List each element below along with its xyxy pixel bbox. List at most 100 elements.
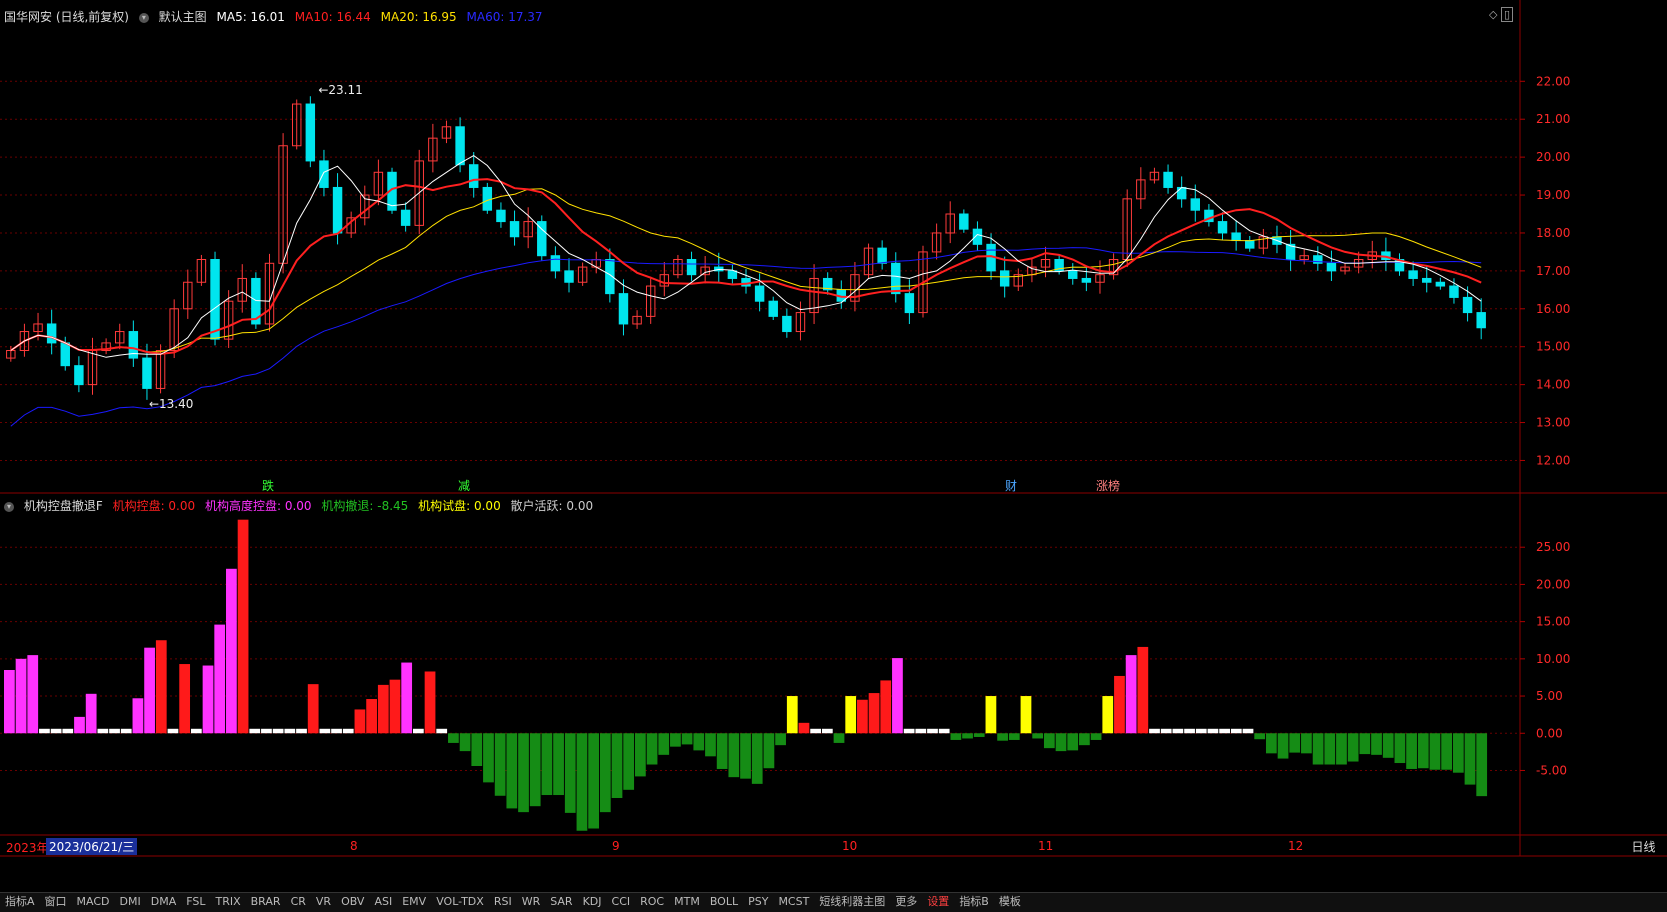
indicator-bar	[226, 568, 237, 734]
indicator-tab[interactable]: BRAR	[251, 895, 281, 908]
indicator-bar	[564, 733, 576, 813]
indicator-tab[interactable]: WR	[522, 895, 541, 908]
indicator-bar	[997, 733, 1008, 741]
indicator-toggle-icon[interactable]: ▾	[4, 501, 14, 512]
indicator-bar	[716, 733, 728, 769]
indicator-tab[interactable]: 模板	[999, 895, 1021, 908]
candle-body	[891, 262, 901, 295]
indicator-tick-label: 0.00	[1536, 726, 1563, 740]
candle-body	[1081, 277, 1092, 283]
month-label: 9	[612, 839, 620, 853]
indicator-tab[interactable]: BOLL	[710, 895, 738, 908]
indicator-tab[interactable]: PSY	[748, 895, 768, 908]
indicator-tab[interactable]: MTM	[674, 895, 700, 908]
indicator-tab[interactable]: VOL-TDX	[436, 895, 484, 908]
indicator-bar	[4, 670, 15, 734]
indicator-tab[interactable]: ROC	[640, 895, 664, 908]
indicator-bar	[1277, 733, 1289, 759]
candle-body	[1462, 296, 1473, 314]
indicator-bar	[938, 728, 950, 734]
ma5-line	[10, 155, 1482, 358]
main-chart-toggle-icon[interactable]: ▾	[138, 12, 149, 23]
indicator-tick-label: 20.00	[1536, 577, 1570, 591]
indicator-bar	[506, 733, 518, 809]
indicator-bar	[751, 733, 763, 784]
indicator-bar	[342, 728, 354, 734]
indicator-bar	[1417, 733, 1429, 769]
indicator-tab[interactable]: DMA	[151, 895, 177, 908]
indicator-bar	[1324, 733, 1336, 765]
indicator-bar	[1125, 655, 1137, 734]
indicator-bar	[821, 728, 833, 734]
candle-body	[305, 103, 316, 162]
indicator-bar	[389, 679, 401, 734]
indicator-tab[interactable]: EMV	[402, 895, 426, 908]
indicator-bar	[366, 699, 377, 734]
indicator-bar	[97, 728, 109, 734]
candle-body	[686, 259, 697, 276]
candle-body	[400, 209, 411, 226]
indicator-tab[interactable]: 指标A	[5, 895, 35, 908]
indicator-tab[interactable]: KDJ	[583, 895, 602, 908]
indicator-tab[interactable]: 窗口	[45, 895, 67, 908]
period-selector[interactable]: 日线	[1620, 838, 1667, 856]
candle-body	[618, 293, 629, 325]
indicator-bar	[1102, 696, 1114, 734]
indicator-bar	[448, 733, 459, 743]
indicator-tab[interactable]: 短线利器主图	[819, 895, 885, 908]
candle-body	[877, 247, 887, 264]
main-chart-name[interactable]: 默认主图	[159, 10, 207, 24]
indicator-tab[interactable]: SAR	[550, 895, 572, 908]
low-price-marker: ←13.40	[149, 397, 193, 411]
indicator-bar	[1336, 733, 1347, 765]
indicator-bar	[1149, 728, 1160, 734]
candle-body	[1422, 277, 1432, 283]
candle-body	[1163, 171, 1173, 188]
month-label: 11	[1038, 839, 1054, 853]
indicator-bar	[120, 728, 132, 734]
indicator-bar	[1394, 733, 1406, 764]
panel-toggle-icon[interactable]: ▯	[1500, 7, 1513, 22]
indicator-bar	[1464, 733, 1476, 785]
indicator-tab[interactable]: RSI	[494, 895, 512, 908]
indicator-bar	[763, 733, 775, 769]
indicator-tab[interactable]: TRIX	[215, 895, 240, 908]
indicator-tab[interactable]: MCST	[778, 895, 809, 908]
indicator-tab[interactable]: FSL	[186, 895, 205, 908]
indicator-bar	[132, 698, 144, 734]
candle-body	[60, 342, 70, 367]
indicator-tab[interactable]: 指标B	[959, 895, 989, 908]
indicator-bar	[786, 696, 798, 734]
indicator-bar	[144, 647, 155, 734]
indicator-tab[interactable]: VR	[316, 895, 331, 908]
indicator-tab[interactable]: DMI	[120, 895, 141, 908]
indicator-tab[interactable]: 设置	[927, 895, 949, 908]
event-marker: 跌	[262, 478, 274, 493]
indicator-tab[interactable]: OBV	[341, 895, 364, 908]
indicator-bar	[845, 696, 857, 734]
indicator-name[interactable]: 机构控盘撤退F	[24, 499, 103, 513]
indicator-bar	[857, 699, 868, 734]
indicator-tab[interactable]: MACD	[77, 895, 110, 908]
ma10-label: MA10: 16.44	[294, 10, 371, 24]
indicator-tab[interactable]: 更多	[895, 895, 917, 908]
indicator-bar	[1219, 728, 1230, 734]
event-marker: 财	[1005, 479, 1017, 493]
candle-body	[999, 270, 1010, 287]
indicator-bar	[109, 728, 120, 734]
stock-title[interactable]: 国华网安 (日线,前复权)	[4, 10, 129, 24]
indicator-bar	[296, 728, 307, 734]
indicator-bar	[810, 728, 822, 734]
ma60-label: MA60: 17.37	[466, 10, 543, 24]
candle-body	[959, 213, 969, 230]
indicator-tab[interactable]: CR	[291, 895, 306, 908]
kline-chart-canvas[interactable]: 12.00 13.00 14.00 15.00 16.00 17.00 18.00 19.00…	[0, 0, 1667, 911]
indicator-tab[interactable]: CCI	[612, 895, 631, 908]
candle-body	[1231, 232, 1241, 242]
indicator-bar	[249, 728, 261, 734]
indicator-bar	[272, 728, 284, 734]
indicator-bar	[693, 733, 705, 751]
indicator-tab[interactable]: ASI	[374, 895, 392, 908]
candle-body	[768, 300, 778, 317]
diamond-icon[interactable]: ◇	[1489, 8, 1497, 21]
